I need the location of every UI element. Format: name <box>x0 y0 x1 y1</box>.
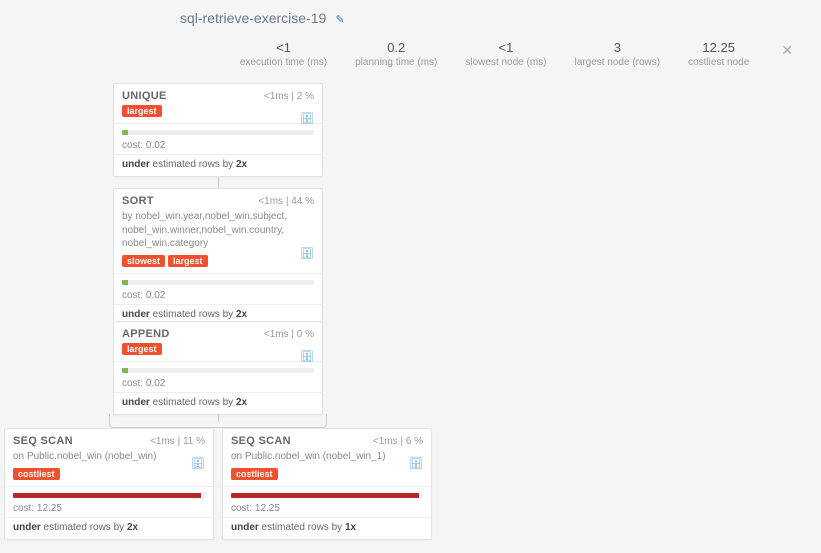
badge-largest: largest <box>168 255 208 267</box>
stat-slowest: <1slowest node (ms) <box>465 40 546 68</box>
estimate-text: under estimated rows by 2x <box>5 517 213 539</box>
node-meta: <1ms | 6 % <box>373 436 423 447</box>
stat-execution: <1execution time (ms) <box>240 40 327 68</box>
database-icon: 🗄 <box>191 457 205 470</box>
node-sub: on Public.nobel_win (nobel_win_1) <box>223 450 431 468</box>
stat-planning: 0.2planning time (ms) <box>355 40 437 68</box>
badge-largest: largest <box>122 105 162 117</box>
node-title: SORT <box>122 195 154 207</box>
plan-canvas: UNIQUE <1ms | 2 % largest 🗄 cost: 0.02 und… <box>0 80 821 540</box>
database-icon: 🗄 <box>300 247 314 260</box>
node-title: SEQ SCAN <box>13 435 73 447</box>
node-title: SEQ SCAN <box>231 435 291 447</box>
database-icon: 🗄 <box>300 350 314 363</box>
stat-costliest: 12.25costliest node <box>688 40 749 68</box>
badge-slowest: slowest <box>122 255 165 267</box>
stat-largest: 3largest node (rows) <box>575 40 661 68</box>
close-icon[interactable]: ✕ <box>777 42 797 59</box>
node-seqscan-2[interactable]: SEQ SCAN <1ms | 6 % on Public.nobel_win (… <box>222 428 432 540</box>
page-title: sql-retrieve-exercise-19 <box>180 10 326 26</box>
node-meta: <1ms | 0 % <box>264 329 314 340</box>
connector <box>218 414 219 422</box>
node-sort[interactable]: SORT <1ms | 44 % by nobel_win.year,nobel_… <box>113 188 323 327</box>
estimate-text: under estimated rows by 1x <box>223 517 431 539</box>
node-meta: <1ms | 11 % <box>150 436 205 447</box>
cost-text: cost: 0.02 <box>114 287 322 304</box>
edit-icon[interactable]: ✎ <box>335 14 344 26</box>
node-unique[interactable]: UNIQUE <1ms | 2 % largest 🗄 cost: 0.02 und… <box>113 83 323 177</box>
cost-text: cost: 12.25 <box>5 500 213 517</box>
badge-largest: largest <box>122 343 162 355</box>
node-append[interactable]: APPEND <1ms | 0 % largest 🗄 cost: 0.02 und… <box>113 321 323 415</box>
estimate-text: under estimated rows by 2x <box>114 154 322 176</box>
node-sub: on Public.nobel_win (nobel_win) <box>5 450 213 468</box>
badge-costliest: costliest <box>231 468 278 480</box>
node-title: APPEND <box>122 328 170 340</box>
database-icon: 🗄 <box>300 112 314 125</box>
estimate-text: under estimated rows by 2x <box>114 392 322 414</box>
node-meta: <1ms | 2 % <box>264 91 314 102</box>
cost-text: cost: 12.25 <box>223 500 431 517</box>
header: sql-retrieve-exercise-19 ✎ <box>0 0 821 26</box>
node-meta: <1ms | 44 % <box>258 196 314 207</box>
cost-text: cost: 0.02 <box>114 375 322 392</box>
cost-text: cost: 0.02 <box>114 137 322 154</box>
stats-bar: <1execution time (ms) 0.2planning time (… <box>0 26 821 80</box>
node-title: UNIQUE <box>122 90 167 102</box>
node-seqscan-1[interactable]: SEQ SCAN <1ms | 11 % on Public.nobel_win … <box>4 428 214 540</box>
database-icon: 🗄 <box>409 457 423 470</box>
node-sub: by nobel_win.year,nobel_win.subject, nob… <box>114 210 322 255</box>
badge-costliest: costliest <box>13 468 60 480</box>
